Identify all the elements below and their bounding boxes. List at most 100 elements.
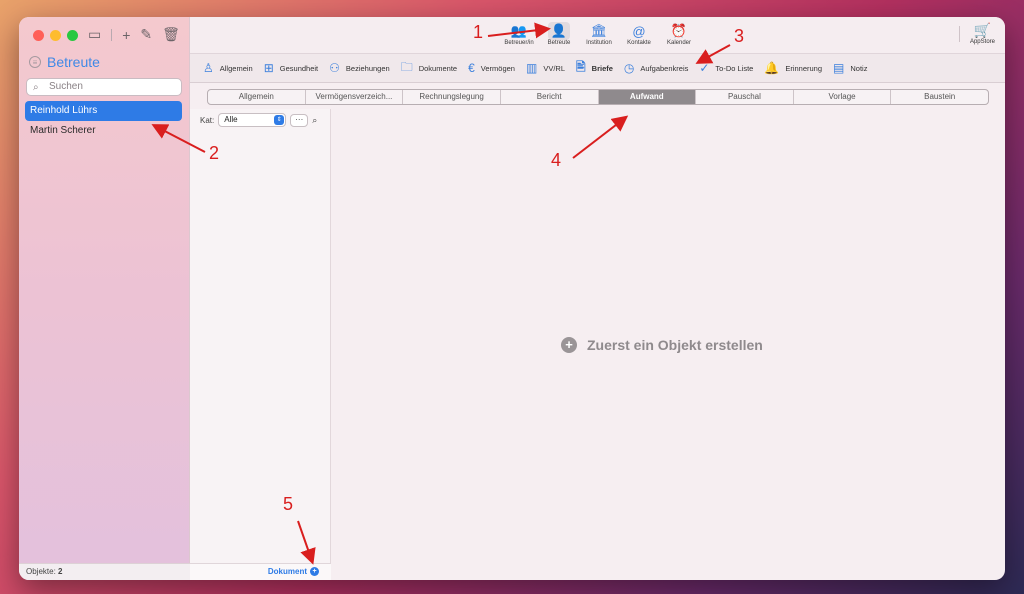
search-icon[interactable]: ⌕ bbox=[312, 115, 317, 126]
top-toolbar: 👥 Betreuer/in 👤 Betreute 🏛 Institution @ Kon… bbox=[190, 17, 1005, 53]
toolbar-label: Kalender bbox=[666, 40, 692, 46]
plus-icon: + bbox=[310, 567, 319, 577]
zoom-window-button[interactable] bbox=[67, 30, 78, 41]
category-select-value: Alle bbox=[224, 115, 238, 124]
add-document-button[interactable]: Dokument + bbox=[190, 563, 331, 580]
subtab-label: Briefe bbox=[591, 63, 613, 73]
toolbar-label: Betreute bbox=[547, 40, 571, 46]
toolbar-label: Institution bbox=[586, 40, 612, 46]
subtab-todo[interactable]: ✓ To-Do Liste bbox=[699, 61, 753, 75]
segment-aufwand[interactable]: Aufwand bbox=[598, 90, 697, 104]
subtab-vvrl[interactable]: ▥ VV/RL bbox=[526, 61, 565, 75]
sidebar: ▭ + ✎ 🗑 ≡ Betreute ⌕ Suchen Reinhold Lüh… bbox=[19, 17, 190, 580]
segment-baustein[interactable]: Baustein bbox=[891, 90, 988, 104]
more-button[interactable]: ··· bbox=[290, 113, 309, 127]
subtab-label: To-Do Liste bbox=[715, 63, 754, 73]
subtab-label: Notiz bbox=[850, 63, 868, 73]
subtab-erinnerung[interactable]: 🔔 Erinnerung bbox=[764, 61, 822, 75]
subtab-label: Erinnerung bbox=[785, 63, 823, 73]
empty-state-label: Zuerst ein Objekt erstellen bbox=[587, 337, 763, 353]
segment-vermoegensverzeichnis[interactable]: Vermögensverzeich... bbox=[306, 90, 404, 104]
subtab-dokumente[interactable]: 🗀 Dokumente bbox=[401, 58, 457, 79]
bell-icon: 🔔 bbox=[764, 61, 780, 75]
checkmark-icon: ✓ bbox=[699, 61, 710, 75]
sidebar-toolbar: ▭ + ✎ 🗑 bbox=[88, 26, 180, 43]
annotation-4: 4 bbox=[551, 150, 562, 170]
toolbar-label: Kontakte bbox=[627, 40, 651, 46]
segment-pauschal[interactable]: Pauschal bbox=[696, 90, 794, 104]
minimize-window-button[interactable] bbox=[50, 30, 61, 41]
euro-icon: € bbox=[468, 61, 475, 75]
sidebar-title-label: Betreute bbox=[47, 54, 100, 70]
category-select[interactable]: Alle ⇕ bbox=[218, 113, 287, 127]
toolbar-institution[interactable]: 🏛 Institution bbox=[582, 22, 616, 46]
books-icon: ▥ bbox=[525, 61, 538, 75]
toolbar-kontakte[interactable]: @ Kontakte bbox=[622, 22, 656, 47]
annotation-5: 5 bbox=[283, 494, 294, 514]
toolbar-label: Betreuer/in bbox=[504, 40, 534, 46]
objects-count-value: 2 bbox=[58, 567, 63, 576]
app-window: ▭ + ✎ 🗑 ≡ Betreute ⌕ Suchen Reinhold Lüh… bbox=[19, 17, 1005, 580]
subtab-aufgabenkreis[interactable]: ◷ Aufgabenkreis bbox=[624, 61, 688, 75]
list-item[interactable]: Martin Scherer bbox=[25, 121, 182, 141]
toolbar-kalender[interactable]: ⏰ Kalender bbox=[662, 22, 696, 46]
cart-icon: 🛒 bbox=[973, 22, 992, 38]
relations-icon: ⚇ bbox=[329, 61, 340, 75]
divider bbox=[959, 26, 960, 42]
segment-vorlage[interactable]: Vorlage bbox=[794, 90, 892, 104]
subtab-allgemein[interactable]: ♙ Allgemein bbox=[203, 61, 253, 75]
search-input[interactable]: ⌕ Suchen bbox=[26, 78, 182, 96]
window-controls bbox=[33, 30, 78, 41]
add-document-label: Dokument bbox=[267, 567, 307, 576]
edit-icon[interactable]: ✎ bbox=[140, 26, 152, 43]
users-icon: 👥 bbox=[510, 23, 528, 38]
clock-icon: ◷ bbox=[623, 61, 635, 75]
segment-rechnungslegung[interactable]: Rechnungslegung bbox=[403, 90, 501, 104]
at-icon: @ bbox=[632, 23, 646, 39]
annotation-1: 1 bbox=[473, 22, 484, 42]
chevron-updown-icon: ⇕ bbox=[274, 115, 285, 125]
add-icon[interactable]: + bbox=[122, 27, 130, 43]
subtab-briefe[interactable]: 🖹 Briefe bbox=[576, 58, 613, 79]
subtab-label: Aufgabenkreis bbox=[640, 63, 689, 73]
toolbar-betreute[interactable]: 👤 Betreute bbox=[542, 22, 576, 46]
note-icon: ▤ bbox=[833, 61, 845, 75]
annotation-3: 3 bbox=[734, 26, 745, 46]
segment-bericht[interactable]: Bericht bbox=[501, 90, 599, 104]
main-area: 👥 Betreuer/in 👤 Betreute 🏛 Institution @ Kon… bbox=[190, 17, 1005, 580]
folder-icon: 🗀 bbox=[400, 59, 413, 74]
subtab-gesundheit[interactable]: ⊞ Gesundheit bbox=[264, 61, 318, 75]
filter-icon[interactable]: ≡ bbox=[29, 56, 41, 68]
divider bbox=[111, 28, 113, 41]
search-icon: ⌕ bbox=[33, 82, 39, 93]
subtab-label: VV/RL bbox=[543, 63, 565, 73]
subtab-label: Vermögen bbox=[480, 63, 515, 73]
category-filter-row: Kat: Alle ⇕ ··· ⌕ bbox=[200, 113, 317, 127]
empty-state[interactable]: + Zuerst ein Objekt erstellen bbox=[561, 337, 763, 353]
toolbar-betreuer[interactable]: 👥 Betreuer/in bbox=[502, 22, 536, 46]
segment-control: Allgemein Vermögensverzeich... Rechnungs… bbox=[207, 89, 989, 105]
subtab-beziehungen[interactable]: ⚇ Beziehungen bbox=[329, 61, 390, 75]
kat-label: Kat: bbox=[200, 115, 215, 125]
sidebar-title: ≡ Betreute bbox=[29, 54, 100, 70]
letter-icon: 🖹 bbox=[576, 59, 586, 74]
list-item[interactable]: Reinhold Lührs bbox=[25, 101, 182, 121]
person-icon: 👤 bbox=[548, 22, 570, 40]
trash-icon[interactable]: 🗑 bbox=[162, 26, 180, 43]
appstore-button[interactable]: 🛒 AppStore bbox=[970, 22, 995, 45]
annotation-2: 2 bbox=[209, 143, 220, 163]
alarm-clock-icon: ⏰ bbox=[670, 23, 688, 38]
sidebar-toggle-icon[interactable]: ▭ bbox=[88, 26, 101, 43]
person-outline-icon: ♙ bbox=[203, 61, 214, 75]
sub-toolbar: ♙ Allgemein ⊞ Gesundheit ⚇ Beziehungen 🗀 Dok… bbox=[190, 53, 1005, 83]
building-icon: 🏛 bbox=[590, 23, 608, 38]
subtab-vermoegen[interactable]: € Vermögen bbox=[468, 61, 515, 75]
document-list-pane: Kat: Alle ⇕ ··· ⌕ Dokument + bbox=[190, 109, 331, 580]
subtab-notiz[interactable]: ▤ Notiz bbox=[833, 61, 867, 75]
segment-allgemein[interactable]: Allgemein bbox=[208, 90, 306, 104]
appstore-label: AppStore bbox=[969, 39, 995, 45]
subtab-label: Dokumente bbox=[418, 63, 458, 73]
close-window-button[interactable] bbox=[33, 30, 44, 41]
search-placeholder: Suchen bbox=[49, 81, 83, 92]
subtab-label: Beziehungen bbox=[345, 63, 390, 73]
